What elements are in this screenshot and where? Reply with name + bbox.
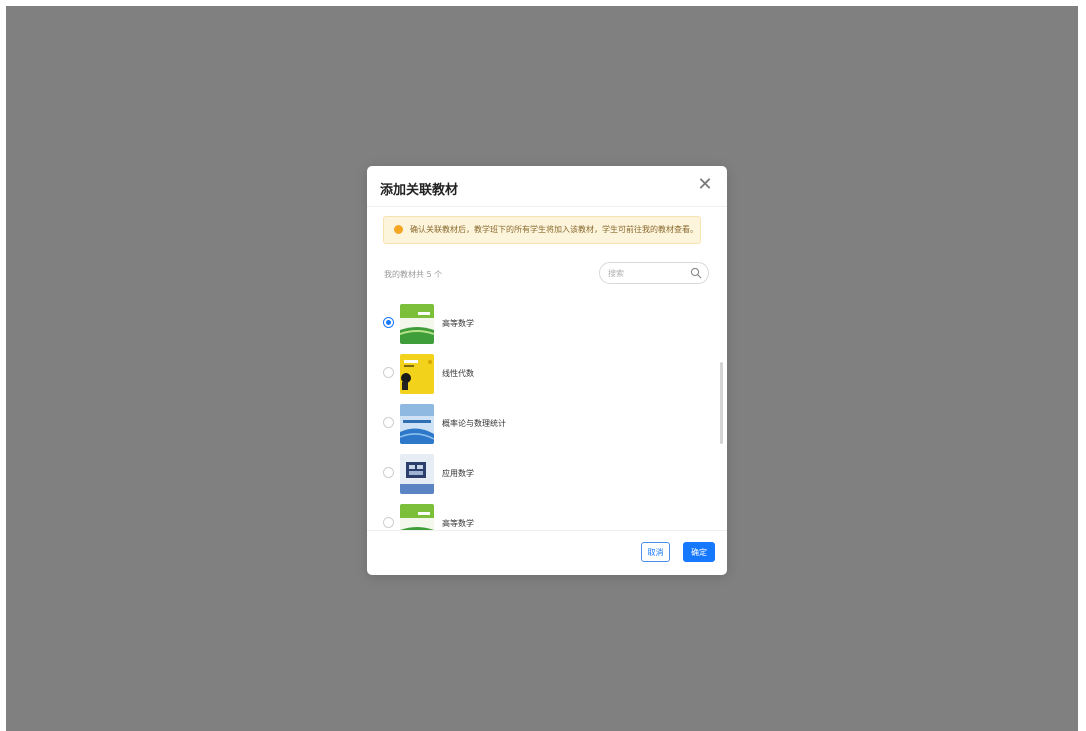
confirm-button[interactable]: 确定 [683, 542, 715, 562]
search-box [599, 262, 709, 284]
radio-button[interactable] [383, 317, 394, 328]
radio-button[interactable] [383, 417, 394, 428]
textbook-item[interactable]: 高等数学 [367, 298, 717, 348]
radio-button[interactable] [383, 367, 394, 378]
radio-button[interactable] [383, 517, 394, 528]
textbook-name: 应用数学 [442, 469, 474, 478]
textbook-item[interactable]: 高等数学 [367, 498, 717, 530]
radio-button[interactable] [383, 467, 394, 478]
book-cover-image [400, 404, 434, 444]
search-input[interactable] [608, 266, 688, 280]
warning-icon [394, 225, 403, 234]
dialog-title: 添加关联教材 [380, 183, 459, 198]
textbook-item[interactable]: 概率论与数理统计 [367, 398, 717, 448]
footer-divider [367, 530, 727, 531]
search-icon[interactable] [690, 267, 702, 279]
notice-banner: 确认关联教材后，教学班下的所有学生将加入该教材，学生可前往我的教材查看。 [383, 216, 701, 244]
header-divider [367, 206, 727, 207]
notice-text: 确认关联教材后，教学班下的所有学生将加入该教材，学生可前往我的教材查看。 [410, 225, 698, 234]
book-cover-image [400, 304, 434, 344]
cancel-button[interactable]: 取消 [641, 542, 670, 562]
textbook-item[interactable]: 线性代数 [367, 348, 717, 398]
dialog-header: 添加关联教材 ✕ [367, 166, 727, 206]
textbook-name: 线性代数 [442, 369, 474, 378]
textbook-name: 概率论与数理统计 [442, 419, 506, 428]
textbook-name: 高等数学 [442, 519, 474, 528]
book-cover-image [400, 354, 434, 394]
list-scrollbar[interactable] [720, 362, 723, 444]
add-textbook-dialog: 添加关联教材 ✕ 确认关联教材后，教学班下的所有学生将加入该教材，学生可前往我的… [367, 166, 727, 575]
textbook-name: 高等数学 [442, 319, 474, 328]
textbook-count-label: 我的教材共 5 个 [384, 270, 443, 279]
close-icon[interactable]: ✕ [695, 175, 715, 195]
book-cover-image [400, 504, 434, 530]
textbook-item[interactable]: 应用数学 [367, 448, 717, 498]
textbook-list: 高等数学 线性代数 概率论与数理统计 应用数学 高等数学 [367, 298, 727, 530]
book-cover-image [400, 454, 434, 494]
